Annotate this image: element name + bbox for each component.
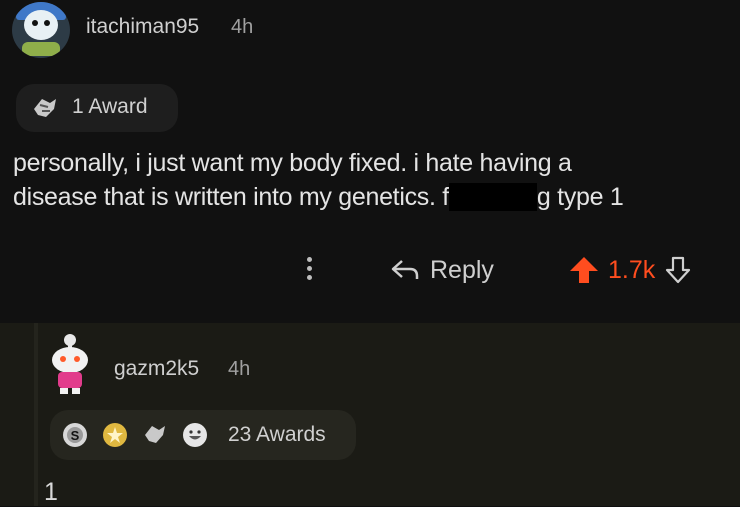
comment-username[interactable]: itachiman95 [86,15,199,39]
vote-controls: 1.7k [568,252,691,288]
reply-button[interactable]: Reply [390,252,494,288]
awards-label: 1 Award [72,95,148,118]
comment-body-line-2-end: g type 1 [536,183,624,211]
vote-score: 1.7k [608,255,656,284]
avatar[interactable] [44,330,96,396]
downvote-icon[interactable] [665,255,691,285]
thread-line[interactable] [34,323,38,506]
comment-body-line-2-start: disease that is written into my genetics… [13,183,449,211]
redaction-bar [448,183,537,211]
gold-award-icon [103,423,127,447]
reply-username[interactable]: gazm2k5 [114,357,199,381]
awards-label: 23 Awards [228,423,326,446]
avatar[interactable] [12,2,70,58]
svg-text:S: S [71,428,80,443]
awards-pill[interactable]: 1 Award [16,84,178,132]
comment-body: personally, i just want my body fixed. i… [13,146,713,214]
more-options-icon[interactable] [304,254,314,286]
comment-body-line-2: disease that is written into my genetics… [13,180,713,214]
comment-time: 4h [231,16,254,38]
award-icon [145,426,165,443]
reply-time: 4h [228,358,251,380]
award-icon [34,99,56,117]
awards-pill[interactable]: S 23 Awards [50,410,356,460]
comment-actions: Reply 1.7k [0,250,740,290]
silver-award-icon: S [63,423,87,447]
comment-card: itachiman95 4h 1 Award personally, i jus… [0,0,740,323]
reply-label: Reply [430,255,494,284]
reply-arrow-icon [391,260,419,279]
laughing-award-icon [183,423,207,447]
reply-body: 1 [44,478,58,506]
comment-body-line-1: personally, i just want my body fixed. i… [13,149,572,177]
upvote-icon[interactable] [568,255,600,285]
